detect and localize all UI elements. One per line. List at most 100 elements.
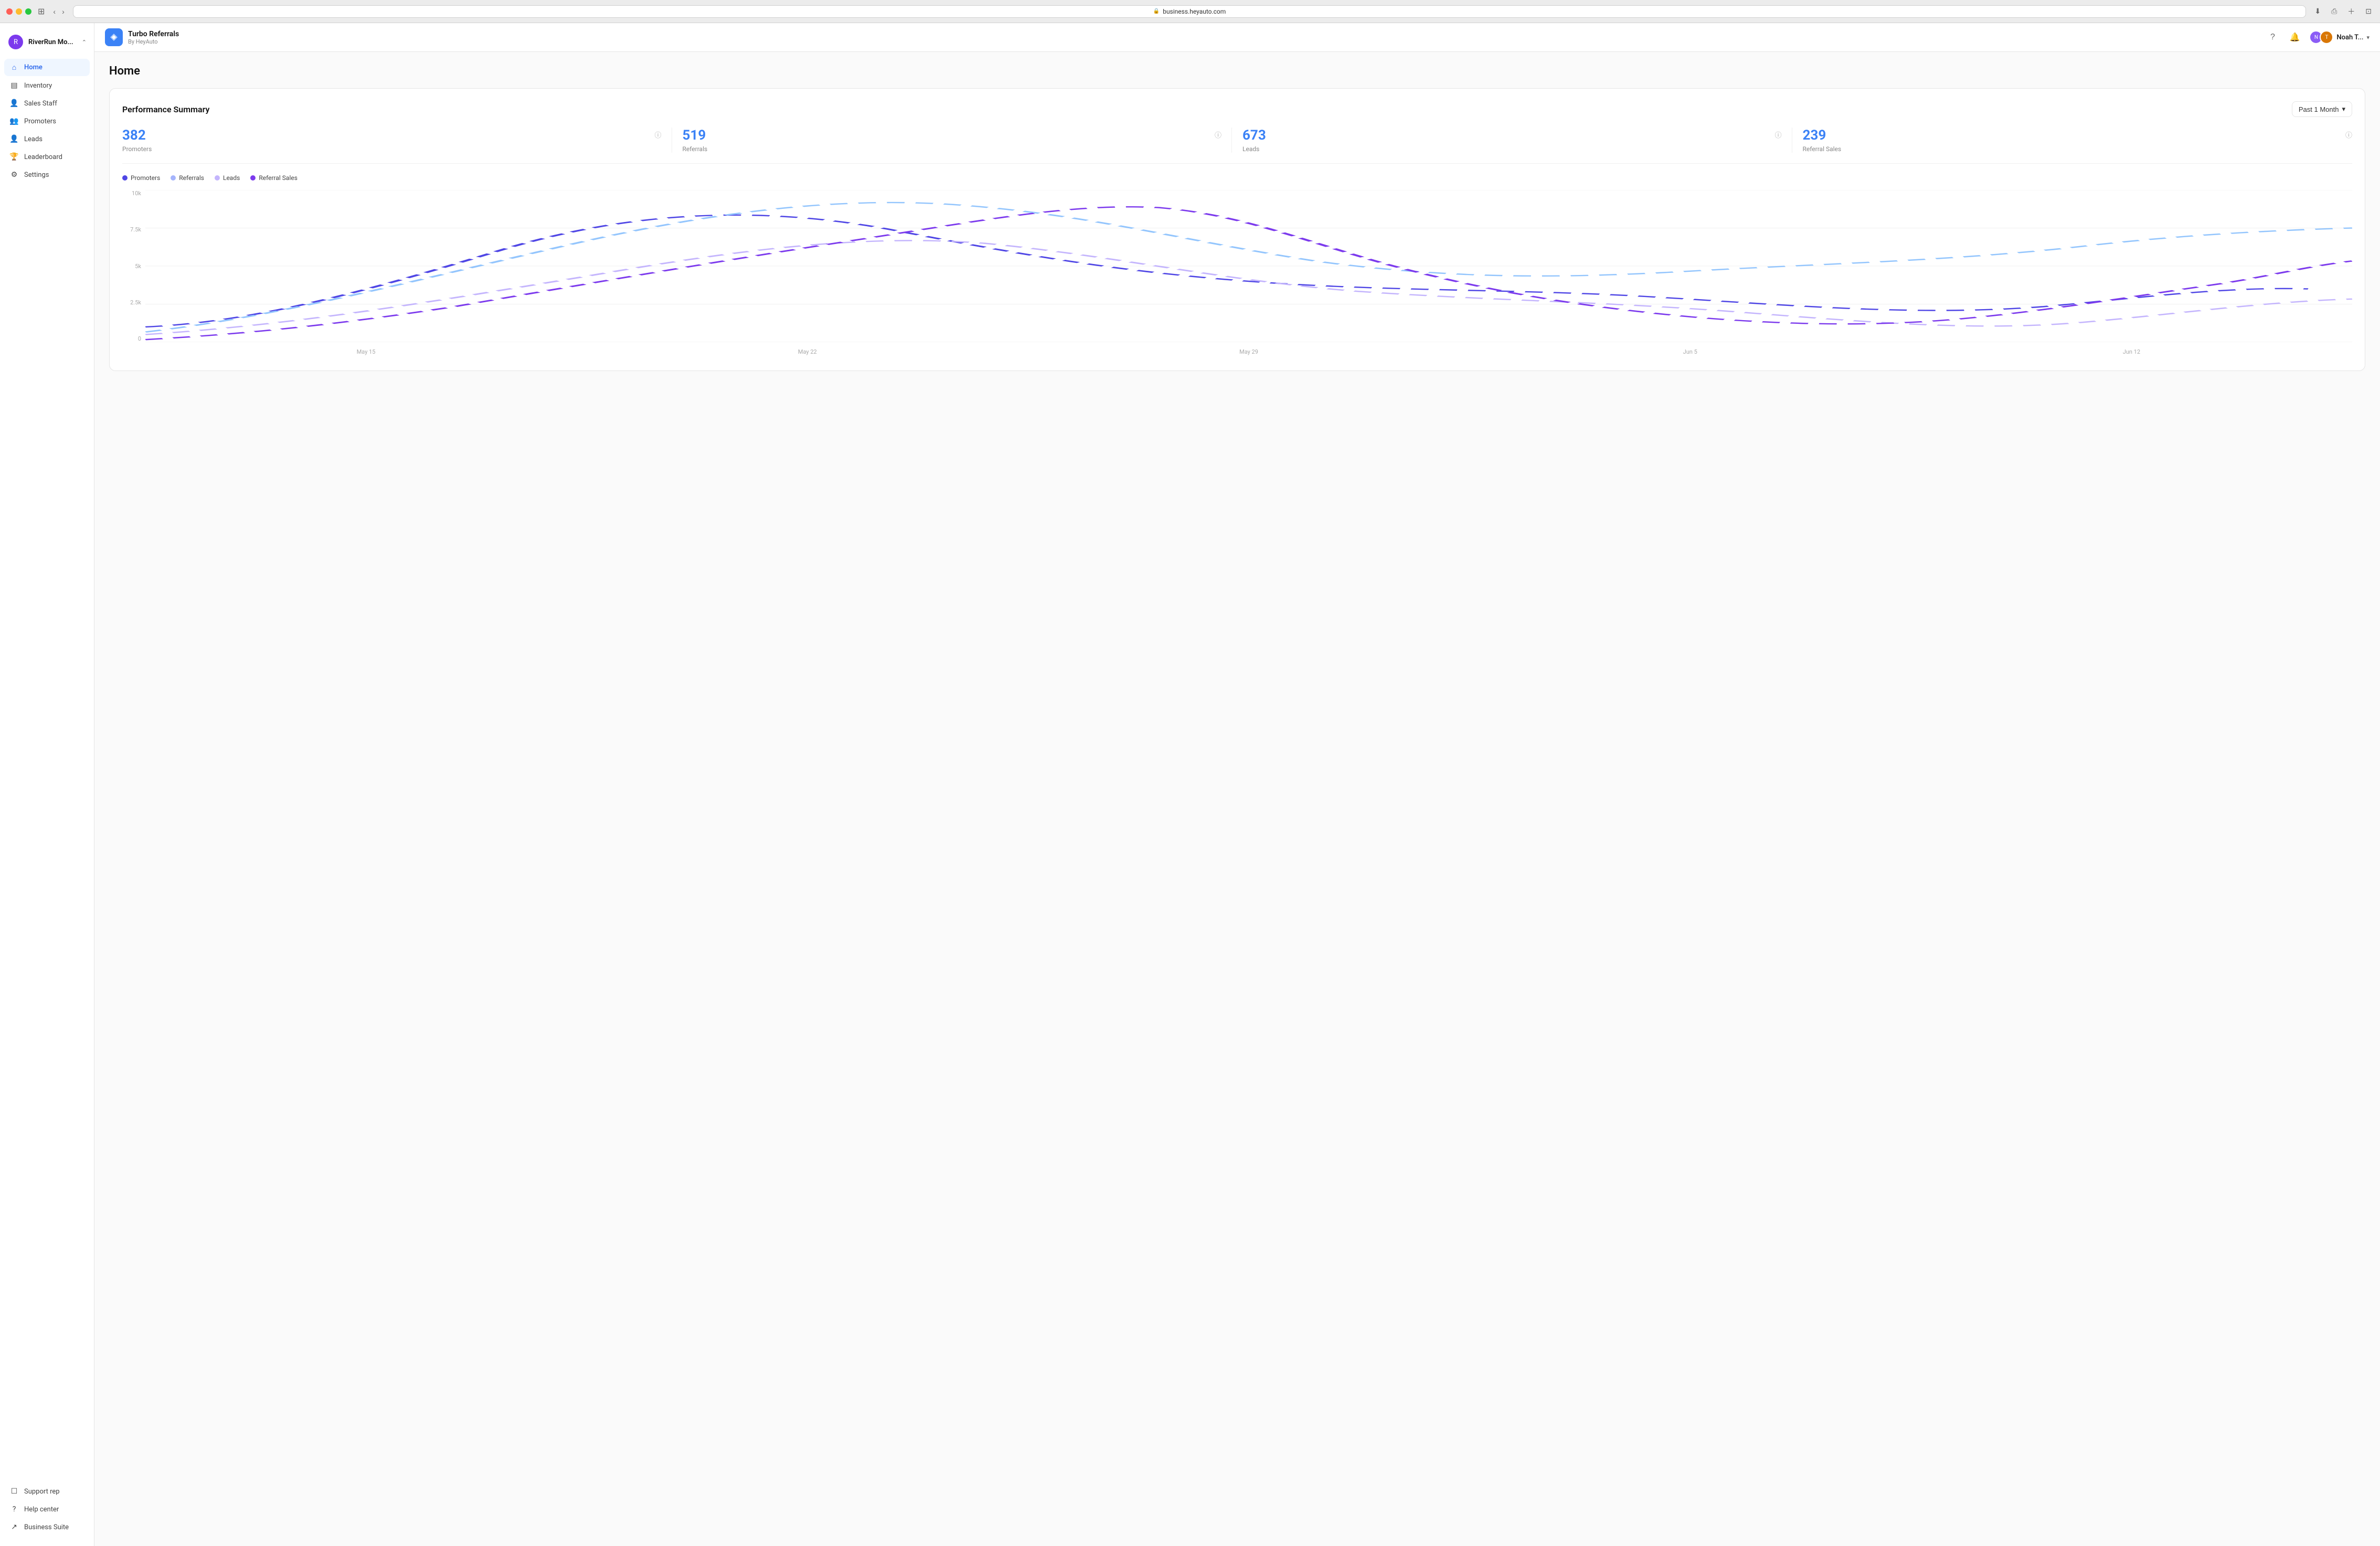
sidebar-item-sales-staff[interactable]: 👤 Sales Staff [4,95,90,112]
referrals-legend-dot [171,175,176,181]
workspace-avatar: R [7,34,24,50]
browser-chrome: ⊞ ‹ › 🔒 business.heyauto.com ⬇ ⎙ ＋ ⊡ [0,0,2380,23]
y-label-10k: 10k [122,190,141,197]
period-label: Past 1 Month [2299,105,2339,113]
x-label-may15: May 15 [145,348,587,355]
sidebar-item-leaderboard[interactable]: 🏆 Leaderboard [4,149,90,165]
referral-sales-legend-label: Referral Sales [259,174,298,182]
sidebar-item-leads[interactable]: 👤 Leads [4,131,90,147]
leads-label: Leads [1242,145,1782,153]
stat-promoters: 382 Promoters ⓘ [122,128,672,153]
user-area[interactable]: N T Noah T... ▾ [2309,30,2370,44]
notifications-button[interactable]: 🔔 [2287,30,2302,45]
period-selector-button[interactable]: Past 1 Month ▾ [2292,101,2352,117]
referrals-value: 519 [683,128,1222,143]
leads-info-icon[interactable]: ⓘ [1775,130,1781,140]
sidebar-item-support-rep[interactable]: ☐ Support rep [4,1483,90,1500]
stat-leads: 673 Leads ⓘ [1232,128,1792,153]
x-label-jun5: Jun 5 [1470,348,1911,355]
promoters-legend-dot [122,175,128,181]
x-label-jun12: Jun 12 [1911,348,2352,355]
x-label-may29: May 29 [1028,348,1469,355]
minimize-button[interactable] [16,8,22,15]
leads-value: 673 [1242,128,1782,143]
chart-svg [145,190,2352,342]
forward-button[interactable]: › [60,6,67,17]
business-suite-icon: ↗ [9,1523,19,1531]
sidebar-item-home[interactable]: ⌂ Home [4,59,90,76]
help-icon: ? [9,1505,19,1513]
sidebar-toggle-button[interactable]: ⊞ [38,6,45,17]
leads-legend-label: Leads [223,174,240,182]
referrals-info-icon[interactable]: ⓘ [1215,130,1221,140]
app-name: Turbo Referrals [128,30,179,38]
legend-referral-sales[interactable]: Referral Sales [250,174,298,182]
user-name: Noah T... [2336,34,2363,41]
sidebar-item-label: Support rep [24,1488,60,1496]
referrals-label: Referrals [683,145,1222,153]
support-icon: ☐ [9,1487,19,1496]
help-button[interactable]: ? [2265,30,2280,45]
topbar: Turbo Referrals By HeyAuto ? 🔔 N T Noah … [94,23,2380,52]
sidebar-item-settings[interactable]: ⚙ Settings [4,166,90,183]
sidebar-item-help-center[interactable]: ? Help center [4,1501,90,1518]
app-container: R RiverRun Mo... ⌃ ⌂ Home ▤ Inventory 👤 … [0,23,2380,1546]
sidebar-item-label: Inventory [24,82,52,90]
traffic-lights [6,8,31,15]
new-tab-button[interactable]: ＋ [2345,5,2357,18]
home-icon: ⌂ [9,63,19,72]
sidebar-nav: ⌂ Home ▤ Inventory 👤 Sales Staff 👥 Promo… [0,59,94,1479]
sidebar-bottom: ☐ Support rep ? Help center ↗ Business S… [0,1479,94,1540]
sidebar-item-label: Home [24,63,42,71]
maximize-button[interactable] [25,8,31,15]
sidebar-item-label: Business Suite [24,1523,69,1531]
app-info: Turbo Referrals By HeyAuto [105,28,179,46]
performance-title: Performance Summary [122,104,209,114]
sidebar-item-promoters[interactable]: 👥 Promoters [4,113,90,130]
promoters-legend-label: Promoters [131,174,160,182]
period-chevron-icon: ▾ [2342,105,2345,113]
sidebar-item-business-suite[interactable]: ↗ Business Suite [4,1519,90,1536]
chart-x-labels: May 15 May 22 May 29 Jun 5 Jun 12 [145,345,2352,358]
referral-sales-label: Referral Sales [1803,145,2342,153]
promoters-value: 382 [122,128,662,143]
sidebar-item-inventory[interactable]: ▤ Inventory [4,77,90,94]
tabs-button[interactable]: ⊡ [2363,6,2374,17]
share-button[interactable]: ⎙ [2329,6,2339,17]
performance-header: Performance Summary Past 1 Month ▾ [122,101,2352,117]
back-button[interactable]: ‹ [51,6,58,17]
workspace-chevron-icon: ⌃ [82,39,87,46]
user-avatars: N T [2309,30,2333,44]
sidebar-item-label: Leads [24,135,42,143]
browser-actions: ⬇ ⎙ ＋ ⊡ [2312,5,2374,18]
workspace-selector[interactable]: R RiverRun Mo... ⌃ [0,29,94,59]
user-chevron-icon: ▾ [2366,34,2370,41]
inventory-icon: ▤ [9,81,19,90]
referral-sales-info-icon[interactable]: ⓘ [2345,130,2352,140]
sidebar-item-label: Help center [24,1506,59,1513]
leads-icon: 👤 [9,135,19,143]
promoters-info-icon[interactable]: ⓘ [654,130,661,140]
avatar-secondary: T [2320,30,2333,44]
stat-referrals: 519 Referrals ⓘ [672,128,1232,153]
legend-promoters[interactable]: Promoters [122,174,160,182]
address-bar[interactable]: 🔒 business.heyauto.com [73,5,2307,18]
close-button[interactable] [6,8,13,15]
sidebar-item-label: Promoters [24,118,56,125]
legend-leads[interactable]: Leads [215,174,240,182]
topbar-actions: ? 🔔 N T Noah T... ▾ [2265,30,2370,45]
lock-icon: 🔒 [1153,8,1160,14]
legend-referrals[interactable]: Referrals [171,174,204,182]
sales-staff-icon: 👤 [9,99,19,108]
referral-sales-legend-dot [250,175,256,181]
chart-area [145,190,2352,342]
chart-container: 10k 7.5k 5k 2.5k 0 [122,190,2352,358]
referral-sales-value: 239 [1803,128,2342,143]
legend-row: Promoters Referrals Leads Referral Sales [122,174,2352,182]
settings-icon: ⚙ [9,171,19,179]
x-label-may22: May 22 [587,348,1028,355]
url-text: business.heyauto.com [1163,8,1226,15]
download-button[interactable]: ⬇ [2312,6,2323,17]
performance-card: Performance Summary Past 1 Month ▾ 382 P… [109,88,2365,371]
sidebar: R RiverRun Mo... ⌃ ⌂ Home ▤ Inventory 👤 … [0,23,94,1546]
